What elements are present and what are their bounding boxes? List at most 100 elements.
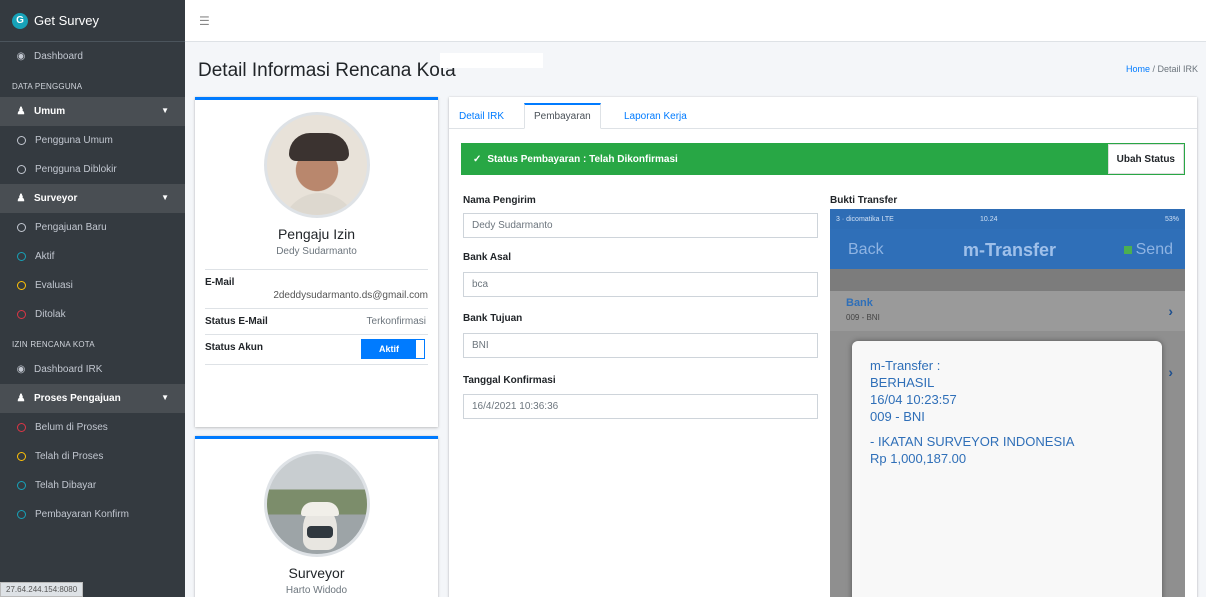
sidebar-item-pengguna-umum[interactable]: Pengguna Umum bbox=[0, 126, 185, 155]
sidebar-item-belum-di-proses[interactable]: Belum di Proses bbox=[0, 413, 185, 442]
account-status-row: Status Akun Aktif bbox=[205, 335, 428, 365]
sidebar-item-proses-pengajuan[interactable]: ♟ Proses Pengajuan ▼ bbox=[0, 384, 185, 413]
sidebar-item-evaluasi[interactable]: Evaluasi bbox=[0, 271, 185, 300]
sender-field[interactable]: Dedy Sudarmanto bbox=[463, 213, 818, 238]
phone-back: Back bbox=[848, 241, 884, 258]
sidebar-item-label: Dashboard IRK bbox=[34, 364, 103, 375]
sidebar: G Get Survey ◉ Dashboard DATA PENGGUNA ♟ Umu… bbox=[0, 0, 185, 597]
sidebar-item-pembayaran-konfirm[interactable]: Pembayaran Konfirm bbox=[0, 500, 185, 529]
chevron-right-icon: › bbox=[1168, 364, 1173, 380]
chevron-down-icon: ▼ bbox=[161, 193, 169, 202]
sidebar-item-label: Umum bbox=[34, 106, 66, 117]
user-icon: ♟ bbox=[16, 106, 26, 117]
payment-status-alert: ✓ Status Pembayaran : Telah Dikonfirmasi… bbox=[461, 143, 1185, 175]
sidebar-item-label: Telah di Proses bbox=[35, 451, 104, 462]
sidebar-item-label: Pembayaran Konfirm bbox=[35, 509, 129, 520]
sidebar-item-label: Proses Pengajuan bbox=[34, 393, 121, 404]
change-status-button[interactable]: Ubah Status bbox=[1107, 144, 1184, 174]
phone-bank-bar bbox=[830, 269, 1185, 291]
circle-icon bbox=[17, 510, 26, 519]
applicant-info-list: E-Mail 2deddysudarmanto.ds@gmail.com Sta… bbox=[205, 269, 428, 365]
sidebar-item-telah-di-proses[interactable]: Telah di Proses bbox=[0, 442, 185, 471]
sidebar-item-aktif[interactable]: Aktif bbox=[0, 242, 185, 271]
sidebar-nav: ◉ Dashboard DATA PENGGUNA ♟ Umum ▼ Pengguna Um… bbox=[0, 42, 185, 529]
applicant-card: Pengaju Izin Dedy Sudarmanto E-Mail 2ded… bbox=[195, 97, 438, 427]
sidebar-item-label: Dashboard bbox=[34, 51, 83, 62]
sidebar-item-label: Telah Dibayar bbox=[35, 480, 97, 491]
bank-to-field[interactable]: BNI bbox=[463, 333, 818, 358]
phone-navbar: Back m-Transfer Send bbox=[830, 229, 1185, 269]
surveyor-avatar bbox=[263, 451, 370, 557]
phone-bank-title: Bank bbox=[846, 297, 873, 309]
user-icon: ♟ bbox=[16, 393, 26, 404]
confirm-date-label: Tanggal Konfirmasi bbox=[463, 375, 556, 386]
top-navbar: ☰ bbox=[185, 0, 1206, 42]
phone-send: Send bbox=[1123, 241, 1173, 259]
applicant-role: Pengaju Izin bbox=[277, 226, 356, 242]
popup-line: 16/04 10:23:57 bbox=[870, 392, 957, 407]
sidebar-item-pengajuan-baru[interactable]: Pengajuan Baru bbox=[0, 213, 185, 242]
sidebar-item-telah-dibayar[interactable]: Telah Dibayar bbox=[0, 471, 185, 500]
send-icon bbox=[1123, 246, 1132, 254]
circle-icon bbox=[17, 481, 26, 490]
tab-pembayaran[interactable]: Pembayaran bbox=[524, 103, 601, 129]
menu-toggle-icon[interactable]: ☰ bbox=[199, 14, 210, 28]
account-status-value: Aktif bbox=[362, 340, 416, 358]
sidebar-item-label: Aktif bbox=[35, 251, 55, 262]
email-status-row: Status E-Mail Terkonfirmasi bbox=[205, 309, 428, 335]
phone-carrier: 3 · dicomatika LTE bbox=[836, 215, 894, 223]
nav-header-data-pengguna: DATA PENGGUNA bbox=[12, 82, 83, 91]
applicant-avatar bbox=[263, 112, 370, 218]
check-icon: ✓ bbox=[473, 153, 482, 165]
tab-bar: Detail IRK Pembayaran Laporan Kerja bbox=[449, 97, 1197, 129]
tachometer-icon: ◉ bbox=[16, 51, 26, 62]
confirm-date-field[interactable]: 16/4/2021 10:36:36 bbox=[463, 394, 818, 419]
popup-line: 009 - BNI bbox=[870, 409, 925, 424]
account-status-toggle[interactable]: Aktif bbox=[361, 339, 425, 359]
surveyor-role: Surveyor bbox=[288, 565, 345, 581]
users-icon: ♟ bbox=[16, 193, 26, 204]
phone-time: 10.24 bbox=[980, 215, 998, 223]
tab-detail-irk[interactable]: Detail IRK bbox=[450, 103, 513, 129]
chevron-right-icon: › bbox=[1168, 303, 1173, 319]
email-status-label: Status E-Mail bbox=[205, 316, 268, 327]
nav-header-izin-rencana-kota: IZIN RENCANA KOTA bbox=[12, 340, 95, 349]
popup-line: Rp 1,000,187.00 bbox=[870, 451, 967, 466]
popup-line: m-Transfer : bbox=[870, 358, 941, 373]
circle-icon bbox=[17, 452, 26, 461]
sidebar-item-surveyor[interactable]: ♟ Surveyor ▼ bbox=[0, 184, 185, 213]
popup-redacted-line bbox=[870, 427, 1162, 431]
sidebar-item-label: Belum di Proses bbox=[35, 422, 108, 433]
breadcrumb: Home / Detail IRK bbox=[1126, 64, 1198, 74]
circle-icon bbox=[17, 252, 26, 261]
brand-logo-icon: G bbox=[12, 12, 28, 29]
breadcrumb-home-link[interactable]: Home bbox=[1126, 64, 1150, 74]
tab-laporan-kerja[interactable]: Laporan Kerja bbox=[615, 103, 696, 129]
sidebar-item-dashboard-irk[interactable]: ◉ Dashboard IRK bbox=[0, 355, 185, 384]
surveyor-name: Harto Widodo bbox=[285, 585, 348, 596]
status-url: 27.64.244.154:8080 bbox=[0, 582, 84, 597]
circle-icon bbox=[17, 136, 26, 145]
sidebar-item-dashboard[interactable]: ◉ Dashboard bbox=[0, 42, 185, 71]
sidebar-item-pengguna-diblokir[interactable]: Pengguna Diblokir bbox=[0, 155, 185, 184]
bank-from-label: Bank Asal bbox=[463, 252, 511, 263]
account-status-label: Status Akun bbox=[205, 342, 263, 353]
email-value: 2deddysudarmanto.ds@gmail.com bbox=[273, 290, 428, 301]
page-title: Detail Informasi Rencana Kota bbox=[198, 60, 456, 81]
phone-send-label: Send bbox=[1135, 241, 1173, 258]
sidebar-item-label: Evaluasi bbox=[35, 280, 73, 291]
chevron-down-icon: ▼ bbox=[161, 393, 169, 402]
sidebar-item-ditolak[interactable]: Ditolak bbox=[0, 300, 185, 329]
tachometer-icon: ◉ bbox=[16, 364, 26, 375]
sidebar-item-umum[interactable]: ♟ Umum ▼ bbox=[0, 97, 185, 126]
transfer-proof-image[interactable]: 3 · dicomatika LTE 10.24 53% Back m-Tran… bbox=[830, 209, 1185, 597]
sidebar-item-label: Surveyor bbox=[34, 193, 78, 204]
breadcrumb-current: Detail IRK bbox=[1157, 64, 1198, 74]
email-label: E-Mail bbox=[205, 277, 235, 288]
circle-icon bbox=[17, 223, 26, 232]
brand[interactable]: G Get Survey bbox=[0, 0, 185, 42]
sidebar-item-label: Ditolak bbox=[35, 309, 66, 320]
phone-bank-sub: 009 - BNI bbox=[846, 313, 880, 322]
circle-icon bbox=[17, 423, 26, 432]
bank-from-field[interactable]: bca bbox=[463, 272, 818, 297]
